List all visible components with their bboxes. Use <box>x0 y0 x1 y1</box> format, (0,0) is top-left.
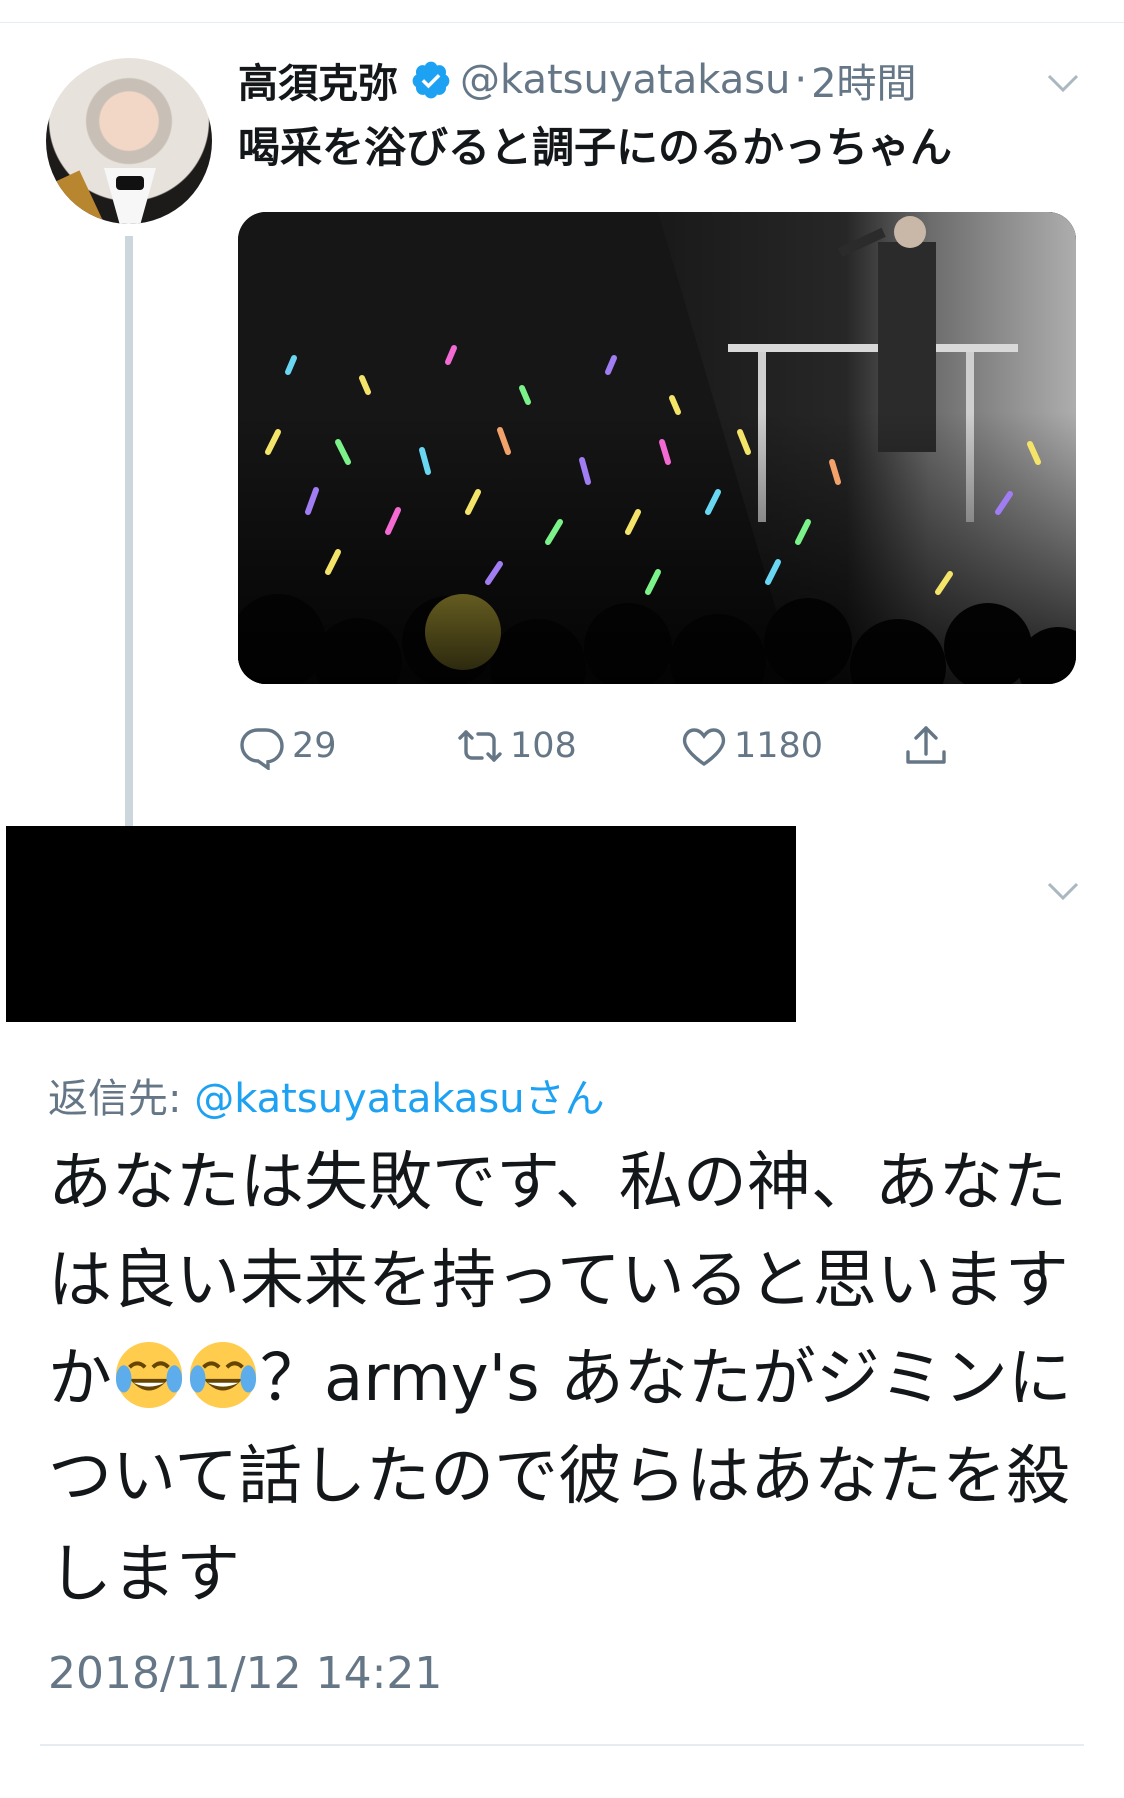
tweet-time[interactable]: 2時間 <box>811 51 916 109</box>
tweet-text: 喝采を浴びると調子にのるかっちゃん <box>238 123 953 172</box>
share-button[interactable] <box>902 718 950 774</box>
reply-count: 29 <box>292 726 337 766</box>
reply-timestamp[interactable]: 2018/11/12 14:21 <box>48 1648 442 1699</box>
bottom-divider <box>40 1744 1084 1746</box>
reply-button[interactable]: 29 <box>238 718 337 774</box>
face-with-tears-of-joy-icon <box>115 1341 183 1409</box>
tweet-header: 高須克弥 @katsuyatakasu · 2時間 <box>238 50 917 110</box>
avatar-bowtie <box>116 176 144 190</box>
top-divider <box>0 22 1124 23</box>
share-icon <box>906 726 946 764</box>
author-handle[interactable]: @katsuyatakasu <box>460 57 790 103</box>
separator-dot: · <box>794 57 808 103</box>
retweet-count: 108 <box>510 726 577 766</box>
concert-photo-icon <box>238 212 1076 684</box>
avatar[interactable] <box>46 58 212 224</box>
replying-prefix: 返信先: <box>48 1076 195 1122</box>
avatar-sash <box>46 170 105 224</box>
reply-text: あなたは失敗です、私の神、あなたは良い未来を持っていると思いますか ？army's… <box>48 1134 1088 1624</box>
chevron-down-icon[interactable] <box>1046 72 1080 94</box>
chevron-down-icon[interactable] <box>1046 880 1080 902</box>
retweet-button[interactable]: 108 <box>456 718 577 774</box>
redacted-reply-author <box>6 826 796 1022</box>
replying-to: 返信先: @katsuyatakasuさん <box>48 1066 605 1124</box>
verified-icon <box>412 61 450 99</box>
replying-to-handle[interactable]: @katsuyatakasuさん <box>194 1076 604 1122</box>
like-count: 1180 <box>734 726 824 766</box>
face-with-tears-of-joy-icon <box>189 1341 257 1409</box>
heart-icon <box>682 728 726 767</box>
tweet-media[interactable] <box>238 212 1076 684</box>
like-button[interactable]: 1180 <box>680 718 823 774</box>
retweet-icon <box>458 730 502 762</box>
author-name[interactable]: 高須克弥 <box>238 51 398 109</box>
thread-line <box>125 236 133 828</box>
reply-icon <box>240 728 284 770</box>
